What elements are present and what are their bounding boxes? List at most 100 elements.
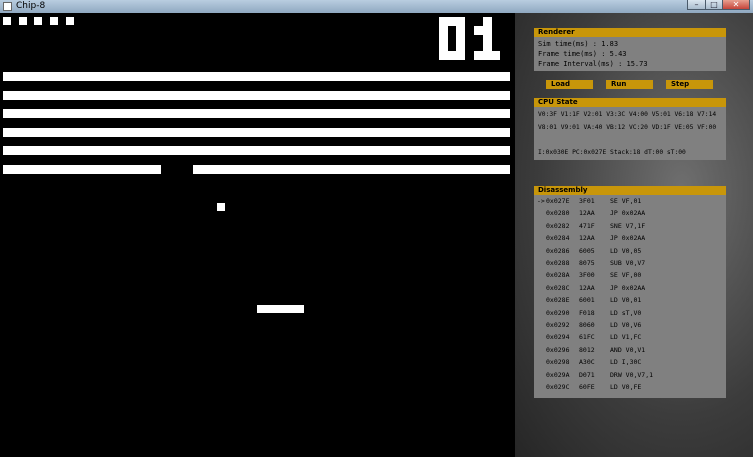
instruction-opcode: 61FC bbox=[579, 333, 595, 342]
disassembly-row[interactable]: 0x0288 8075 SUB V0,V7 bbox=[534, 259, 726, 268]
sim-time: Sim time(ms) : 1.83 bbox=[538, 40, 619, 48]
brick-row bbox=[3, 91, 510, 100]
instruction-opcode: F018 bbox=[579, 308, 595, 317]
instruction-address: 0x0282 bbox=[546, 221, 570, 230]
minimize-button[interactable]: – bbox=[687, 0, 706, 10]
cpu-state-panel: CPU State V0:3F V1:1F V2:01 V3:3C V4:00 … bbox=[534, 98, 726, 160]
instruction-opcode: 8060 bbox=[579, 321, 595, 329]
app-icon bbox=[3, 2, 12, 11]
instruction-opcode: A30C bbox=[579, 358, 595, 367]
disassembly-row[interactable]: -> 0x027E 3F01 SE VF,01 bbox=[534, 197, 726, 206]
registers-line-2: V8:01 V9:01 VA:40 VB:12 VC:20 VD:1F VE:0… bbox=[538, 124, 717, 131]
instruction-opcode: 8075 bbox=[579, 259, 595, 267]
disassembly-row[interactable]: 0x0292 8060 LD V0,V6 bbox=[534, 321, 726, 330]
disassembly-row[interactable]: 0x0284 12AA JP 0x02AA bbox=[534, 234, 726, 243]
life-block bbox=[18, 17, 27, 25]
disassembly-row[interactable]: 0x028A 3F00 SE VF,00 bbox=[534, 271, 726, 280]
instruction-address: 0x0284 bbox=[546, 234, 570, 243]
step-button[interactable]: Step bbox=[666, 80, 713, 89]
instruction-mnemonic: JP 0x02AA bbox=[610, 234, 646, 243]
instruction-opcode: 60FE bbox=[579, 383, 595, 391]
instruction-mnemonic: LD V0,FE bbox=[610, 383, 642, 391]
ball bbox=[217, 203, 225, 211]
score-pixel bbox=[491, 51, 500, 60]
instruction-mnemonic: LD V0,01 bbox=[610, 296, 642, 305]
frame-interval: Frame Interval(ms) : 15.73 bbox=[538, 60, 648, 68]
instruction-mnemonic: SE VF,01 bbox=[610, 197, 642, 205]
instruction-opcode: D071 bbox=[579, 370, 595, 379]
instruction-opcode: 3F00 bbox=[579, 271, 595, 280]
disassembly-row[interactable]: 0x029C 60FE LD V0,FE bbox=[534, 383, 726, 392]
instruction-address: 0x0296 bbox=[546, 345, 570, 354]
disassembly-row[interactable]: 0x0290 F018 LD sT,V0 bbox=[534, 309, 726, 318]
instruction-address: 0x029C bbox=[546, 383, 570, 391]
instruction-mnemonic: LD V0,V6 bbox=[610, 321, 642, 329]
paddle bbox=[257, 305, 304, 313]
disassembly-row[interactable]: 0x0280 12AA JP 0x02AA bbox=[534, 209, 726, 218]
maximize-button[interactable]: □ bbox=[705, 0, 723, 10]
brick-row-right bbox=[193, 165, 510, 174]
instruction-address: 0x0298 bbox=[546, 358, 570, 367]
instruction-address: 0x0290 bbox=[546, 308, 570, 317]
app-window: Chip-8 – □ ✕ Renderer Sim time(ms) : 1.8… bbox=[0, 0, 753, 457]
instruction-address: 0x0286 bbox=[546, 246, 570, 255]
instruction-address: 0x028E bbox=[546, 296, 570, 305]
instruction-opcode: 6001 bbox=[579, 296, 595, 305]
score-pixel bbox=[456, 51, 465, 60]
life-block bbox=[3, 17, 11, 25]
instruction-mnemonic: SE VF,00 bbox=[610, 271, 642, 280]
instruction-opcode: 3F01 bbox=[579, 197, 595, 205]
instruction-mnemonic: LD sT,V0 bbox=[610, 308, 642, 317]
title-bar[interactable]: Chip-8 – □ ✕ bbox=[0, 0, 753, 13]
close-button[interactable]: ✕ bbox=[722, 0, 750, 10]
instruction-opcode: 12AA bbox=[579, 234, 595, 243]
disassembly-row[interactable]: 0x0298 A30C LD I,30C bbox=[534, 358, 726, 367]
renderer-panel: Renderer Sim time(ms) : 1.83 Frame time(… bbox=[534, 28, 726, 71]
disassembly-row[interactable]: 0x0294 61FC LD V1,FC bbox=[534, 333, 726, 342]
disassembly-row[interactable]: 0x028E 6001 LD V0,01 bbox=[534, 296, 726, 305]
instruction-pointer-marker: -> bbox=[537, 197, 545, 205]
disassembly-row[interactable]: 0x0282 471F SNE V7,1F bbox=[534, 222, 726, 231]
instruction-mnemonic: SNE V7,1F bbox=[610, 221, 646, 230]
brick-row bbox=[3, 146, 510, 155]
disassembly-row[interactable]: 0x0296 8012 AND V0,V1 bbox=[534, 346, 726, 355]
instruction-opcode: 8012 bbox=[579, 345, 595, 354]
instruction-address: 0x0288 bbox=[546, 259, 570, 267]
brick-row-left bbox=[3, 165, 161, 174]
instruction-mnemonic: SUB V0,V7 bbox=[610, 259, 646, 267]
life-block bbox=[50, 17, 59, 25]
disassembly-header: Disassembly bbox=[534, 186, 726, 195]
instruction-mnemonic: JP 0x02AA bbox=[610, 283, 646, 292]
instruction-mnemonic: JP 0x02AA bbox=[610, 209, 646, 218]
instruction-address: 0x0292 bbox=[546, 321, 570, 329]
brick-row bbox=[3, 109, 510, 118]
instruction-opcode: 12AA bbox=[579, 283, 595, 292]
instruction-address: 0x0294 bbox=[546, 333, 570, 342]
instruction-address: 0x028A bbox=[546, 271, 570, 280]
run-button[interactable]: Run bbox=[606, 80, 653, 89]
disassembly-panel: Disassembly -> 0x027E 3F01 SE VF,01 0x0280 12… bbox=[534, 186, 726, 398]
life-block bbox=[65, 17, 74, 25]
instruction-mnemonic: AND V0,V1 bbox=[610, 345, 646, 354]
instruction-address: 0x0280 bbox=[546, 209, 570, 218]
cpu-status-line: I:0x030E PC:0x027E Stack:18 dT:00 sT:00 bbox=[538, 149, 686, 156]
instruction-mnemonic: LD I,30C bbox=[610, 358, 642, 367]
instruction-address: 0x029A bbox=[546, 370, 570, 379]
instruction-mnemonic: LD V1,FC bbox=[610, 333, 642, 342]
disassembly-row[interactable]: 0x028C 12AA JP 0x02AA bbox=[534, 284, 726, 293]
brick-row bbox=[3, 72, 510, 81]
renderer-header: Renderer bbox=[534, 28, 726, 37]
load-button[interactable]: Load bbox=[546, 80, 593, 89]
disassembly-row[interactable]: 0x029A D071 DRW V0,V7,1 bbox=[534, 371, 726, 380]
frame-time: Frame time(ms) : 5.43 bbox=[538, 50, 627, 58]
window-title: Chip-8 bbox=[16, 1, 46, 11]
registers-line-1: V0:3F V1:1F V2:01 V3:3C V4:00 V5:01 V6:1… bbox=[538, 111, 717, 118]
instruction-address: 0x027E bbox=[546, 197, 570, 205]
instruction-mnemonic: LD V0,05 bbox=[610, 246, 642, 255]
chip8-display bbox=[0, 13, 515, 457]
disassembly-row[interactable]: 0x0286 6005 LD V0,05 bbox=[534, 247, 726, 256]
instruction-address: 0x028C bbox=[546, 283, 570, 292]
life-block bbox=[34, 17, 43, 25]
instruction-opcode: 6005 bbox=[579, 246, 595, 255]
instruction-mnemonic: DRW V0,V7,1 bbox=[610, 370, 654, 379]
